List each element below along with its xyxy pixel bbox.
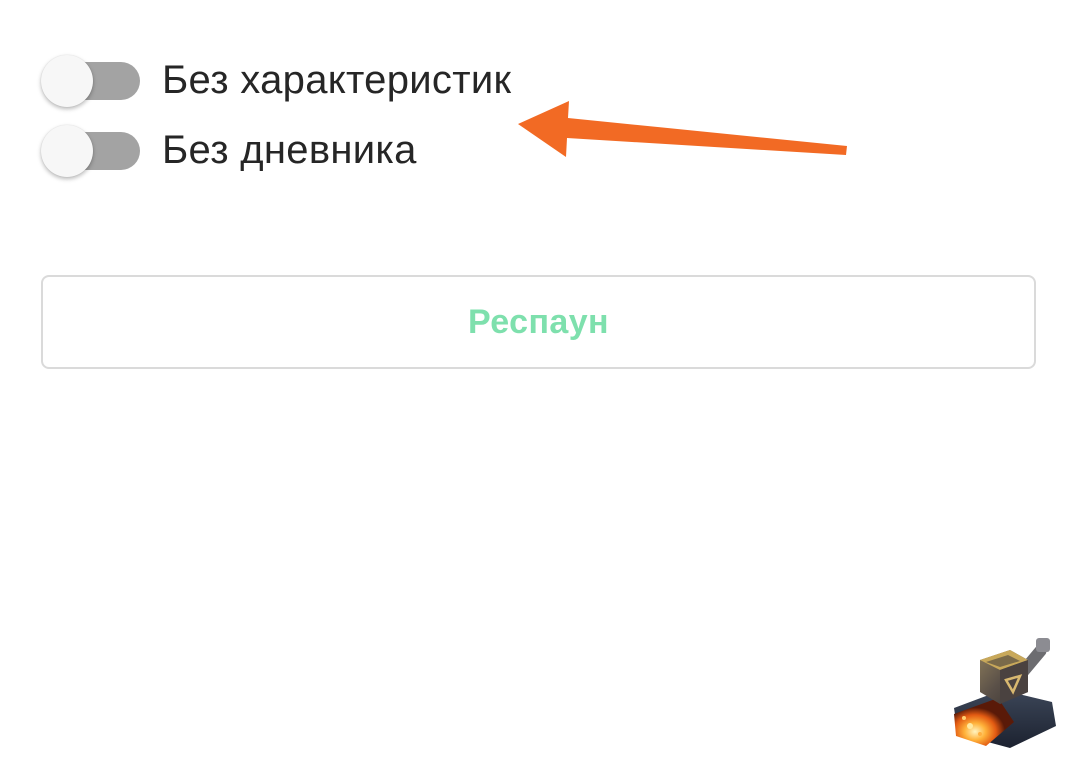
no-stats-switch[interactable]: [40, 52, 140, 108]
no-diary-switch[interactable]: [40, 122, 140, 178]
no-diary-label: Без дневника: [162, 127, 417, 172]
toggle-row-no-diary: Без дневника: [40, 122, 417, 178]
orange-arrow-icon: [518, 101, 847, 157]
respawn-button-label: Респаун: [468, 302, 609, 341]
switch-thumb: [41, 125, 93, 177]
anvil-forge-icon: [954, 638, 1056, 748]
respawn-button[interactable]: Респаун: [41, 275, 1036, 369]
toggle-row-no-stats: Без характеристик: [40, 52, 511, 108]
switch-thumb: [41, 55, 93, 107]
no-stats-label: Без характеристик: [162, 57, 512, 102]
